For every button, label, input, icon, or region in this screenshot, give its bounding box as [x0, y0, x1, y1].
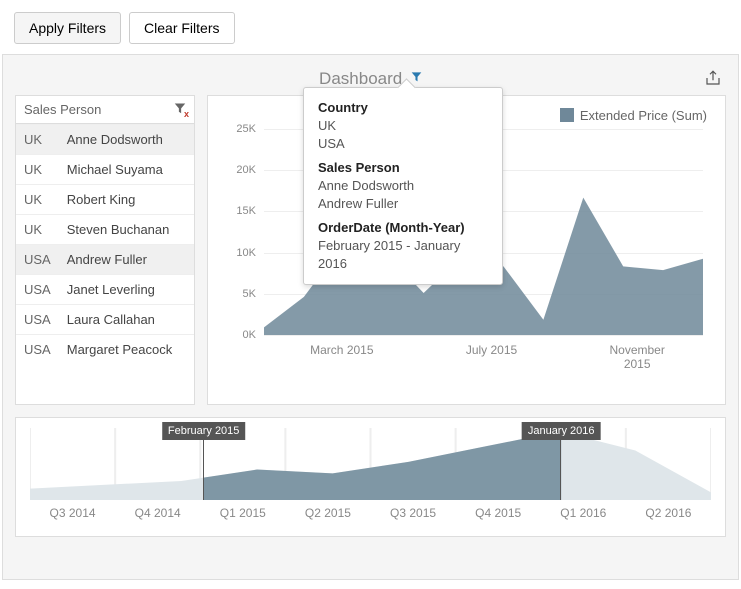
- y-tick-label: 5K: [243, 288, 256, 300]
- sales-person-header: Sales Person: [24, 102, 101, 117]
- date-range-selector[interactable]: February 2015 January 2016 Q3 2014Q4 201…: [15, 417, 726, 537]
- table-row[interactable]: UKRobert King: [16, 185, 194, 215]
- range-end-label: January 2016: [522, 422, 601, 440]
- country-cell: UK: [16, 125, 59, 155]
- name-cell: Michael Suyama: [59, 155, 194, 185]
- range-x-label: Q4 2014: [115, 506, 200, 520]
- name-cell: Steven Buchanan: [59, 215, 194, 245]
- popover-section-value: USA: [318, 135, 488, 153]
- range-x-label: Q2 2016: [626, 506, 711, 520]
- sales-person-panel: Sales Person x UKAnne DodsworthUKMichael…: [15, 95, 195, 405]
- name-cell: Margaret Peacock: [59, 335, 194, 365]
- range-start-label: February 2015: [162, 422, 246, 440]
- name-cell: Laura Callahan: [59, 305, 194, 335]
- popover-section-value: February 2015 - January 2016: [318, 237, 488, 272]
- filter-summary-popover: Country UK USA Sales Person Anne Dodswor…: [303, 87, 503, 285]
- name-cell: Andrew Fuller: [59, 245, 194, 275]
- range-x-label: Q3 2014: [30, 506, 115, 520]
- dashboard-title: Dashboard: [319, 69, 402, 88]
- range-x-label: Q4 2015: [456, 506, 541, 520]
- y-tick-label: 10K: [236, 247, 256, 259]
- grid-line: [264, 335, 703, 336]
- table-row[interactable]: USALaura Callahan: [16, 305, 194, 335]
- export-icon[interactable]: [704, 69, 722, 87]
- country-cell: USA: [16, 275, 59, 305]
- table-row[interactable]: USAJanet Leverling: [16, 275, 194, 305]
- x-tick-label: November2015: [609, 343, 664, 372]
- y-tick-label: 15K: [236, 205, 256, 217]
- clear-filter-icon[interactable]: x: [174, 102, 186, 117]
- range-x-label: Q1 2015: [200, 506, 285, 520]
- legend-swatch-icon: [560, 108, 574, 122]
- name-cell: Janet Leverling: [59, 275, 194, 305]
- country-cell: UK: [16, 185, 59, 215]
- popover-section-value: Anne Dodsworth: [318, 177, 488, 195]
- name-cell: Anne Dodsworth: [59, 125, 194, 155]
- range-x-label: Q1 2016: [541, 506, 626, 520]
- table-row[interactable]: UKAnne Dodsworth: [16, 125, 194, 155]
- country-cell: UK: [16, 155, 59, 185]
- master-filter-icon[interactable]: [411, 71, 422, 85]
- y-tick-label: 0K: [243, 329, 256, 341]
- table-row[interactable]: UKMichael Suyama: [16, 155, 194, 185]
- table-row[interactable]: USAAndrew Fuller: [16, 245, 194, 275]
- y-tick-label: 25K: [236, 123, 256, 135]
- country-cell: UK: [16, 215, 59, 245]
- popover-section-title: Country: [318, 100, 488, 115]
- popover-section-title: Sales Person: [318, 160, 488, 175]
- popover-section-value: Andrew Fuller: [318, 195, 488, 213]
- popover-section-value: UK: [318, 117, 488, 135]
- country-cell: USA: [16, 335, 59, 365]
- y-tick-label: 20K: [236, 164, 256, 176]
- x-tick-label: March 2015: [310, 343, 373, 372]
- range-x-label: Q3 2015: [371, 506, 456, 520]
- country-cell: USA: [16, 305, 59, 335]
- name-cell: Robert King: [59, 185, 194, 215]
- table-row[interactable]: USAMargaret Peacock: [16, 335, 194, 365]
- apply-filters-button[interactable]: Apply Filters: [14, 12, 121, 44]
- country-cell: USA: [16, 245, 59, 275]
- clear-filters-button[interactable]: Clear Filters: [129, 12, 234, 44]
- range-x-label: Q2 2015: [285, 506, 370, 520]
- popover-section-title: OrderDate (Month-Year): [318, 220, 488, 235]
- x-tick-label: July 2015: [466, 343, 517, 372]
- table-row[interactable]: UKSteven Buchanan: [16, 215, 194, 245]
